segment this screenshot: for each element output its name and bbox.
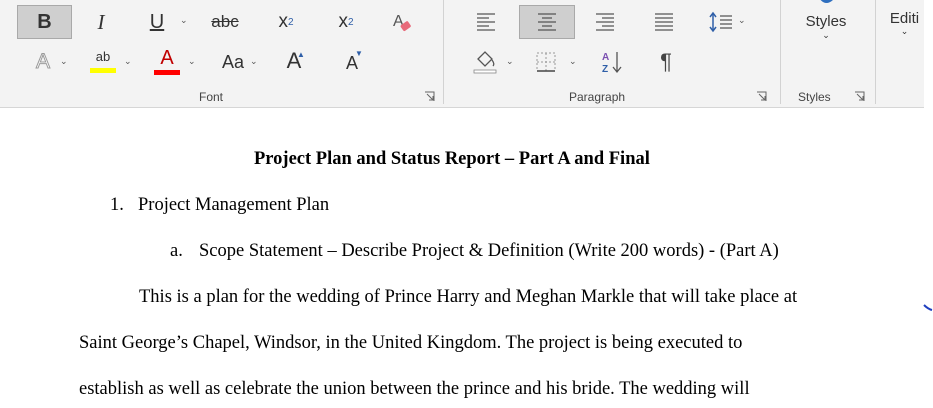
styles-editing-separator xyxy=(875,0,876,104)
underline-button[interactable]: U xyxy=(144,6,170,38)
styles-dialog-launcher-icon[interactable] xyxy=(854,91,865,102)
shrink-font-arrow-icon: ▼ xyxy=(355,49,363,58)
ribbon: B I U ⌄ abc x2 x2 A A ⌄ ab ⌄ A ⌄ Aa ⌄ A xyxy=(0,0,924,108)
paragraph-styles-separator xyxy=(780,0,781,104)
line-spacing-dropdown-icon[interactable]: ⌄ xyxy=(738,16,746,26)
align-right-icon xyxy=(596,13,614,31)
grow-font-button[interactable]: A ▲ xyxy=(280,46,308,76)
font-color-button[interactable]: A xyxy=(152,46,182,76)
borders-dropdown-icon[interactable]: ⌄ xyxy=(569,57,577,67)
justify-icon xyxy=(655,13,673,31)
list-item-a-letter: a. xyxy=(170,241,183,261)
text-effects-label: A xyxy=(35,50,50,74)
highlight-dropdown-icon[interactable]: ⌄ xyxy=(124,57,132,67)
subscript-button[interactable]: x2 xyxy=(272,6,300,38)
list-item-1-number: 1. xyxy=(110,195,124,215)
align-center-button[interactable] xyxy=(519,5,575,39)
bold-label: B xyxy=(37,10,52,33)
change-case-button[interactable]: Aa xyxy=(218,48,248,76)
bold-button[interactable]: B xyxy=(17,5,72,39)
underline-label: U xyxy=(149,10,165,33)
editing-button[interactable]: Editi ⌄ xyxy=(885,4,924,46)
styles-icon xyxy=(820,0,833,3)
superscript-base: x xyxy=(338,11,348,32)
font-color-dropdown-icon[interactable]: ⌄ xyxy=(188,57,196,67)
svg-text:A: A xyxy=(602,52,609,63)
font-dialog-launcher-icon[interactable] xyxy=(424,91,435,102)
underline-dropdown-icon[interactable]: ⌄ xyxy=(180,16,188,26)
justify-button[interactable] xyxy=(650,8,678,36)
highlight-button[interactable]: ab xyxy=(88,46,118,76)
paragraph-group-label: Paragraph xyxy=(569,90,626,104)
subscript-mark: 2 xyxy=(287,16,294,28)
strikethrough-button[interactable]: abc xyxy=(208,6,242,38)
editing-button-label: Editi xyxy=(889,10,920,27)
align-left-icon xyxy=(477,13,495,31)
highlight-label: ab xyxy=(95,48,111,64)
align-center-icon xyxy=(538,13,556,31)
paragraph-line-1: This is a plan for the wedding of Prince… xyxy=(139,287,798,307)
styles-button-label: Styles xyxy=(805,13,847,30)
line-spacing-button[interactable] xyxy=(706,8,736,36)
strikethrough-label: abc xyxy=(211,12,239,31)
shading-bucket-icon xyxy=(473,51,497,74)
document-page[interactable]: Project Plan and Status Report – Part A … xyxy=(0,109,933,408)
change-case-label: Aa xyxy=(221,51,245,72)
paragraph-line-2: Saint George’s Chapel, Windsor, in the U… xyxy=(79,333,743,353)
align-right-button[interactable] xyxy=(591,8,619,36)
text-effects-button[interactable]: A xyxy=(31,48,55,76)
list-item-a-text: Scope Statement – Describe Project & Def… xyxy=(199,241,779,261)
styles-dropdown-icon: ⌄ xyxy=(822,31,830,41)
font-paragraph-separator xyxy=(443,0,444,104)
show-formatting-marks-button[interactable]: ¶ xyxy=(652,48,680,76)
paragraph-dialog-launcher-icon[interactable] xyxy=(756,91,767,102)
styles-group-label: Styles xyxy=(798,90,831,104)
font-color-label: A xyxy=(160,46,174,69)
shading-button[interactable] xyxy=(470,48,500,76)
styles-button[interactable]: Styles ⌄ xyxy=(796,0,856,60)
line-spacing-icon xyxy=(709,11,732,33)
borders-button[interactable] xyxy=(532,48,560,76)
font-group-label: Font xyxy=(199,90,224,104)
shrink-font-button[interactable]: A ▼ xyxy=(338,48,366,78)
svg-text:Z: Z xyxy=(602,64,608,75)
clear-formatting-button[interactable]: A xyxy=(388,8,416,38)
editing-dropdown-icon: ⌄ xyxy=(900,27,909,37)
shading-dropdown-icon[interactable]: ⌄ xyxy=(506,57,514,67)
change-case-dropdown-icon[interactable]: ⌄ xyxy=(250,57,258,67)
clear-formatting-icon: A xyxy=(393,13,411,31)
ink-mark-icon xyxy=(923,304,933,311)
borders-icon xyxy=(536,52,556,72)
sort-az-icon: A Z xyxy=(602,52,622,75)
superscript-button[interactable]: x2 xyxy=(332,6,360,38)
italic-button[interactable]: I xyxy=(88,6,114,38)
grow-font-arrow-icon: ▲ xyxy=(297,50,305,59)
subscript-base: x xyxy=(278,11,288,32)
pilcrow-icon: ¶ xyxy=(660,49,672,74)
superscript-mark: 2 xyxy=(347,16,354,28)
text-effects-dropdown-icon[interactable]: ⌄ xyxy=(60,57,68,67)
paragraph-line-3: establish as well as celebrate the union… xyxy=(79,379,750,399)
list-item-1-text: Project Management Plan xyxy=(138,195,330,215)
font-color-bar xyxy=(154,69,180,75)
document-title: Project Plan and Status Report – Part A … xyxy=(254,149,650,169)
align-left-button[interactable] xyxy=(472,8,500,36)
italic-label: I xyxy=(97,9,105,34)
highlight-color-bar xyxy=(90,67,116,73)
sort-button[interactable]: A Z xyxy=(598,48,626,76)
